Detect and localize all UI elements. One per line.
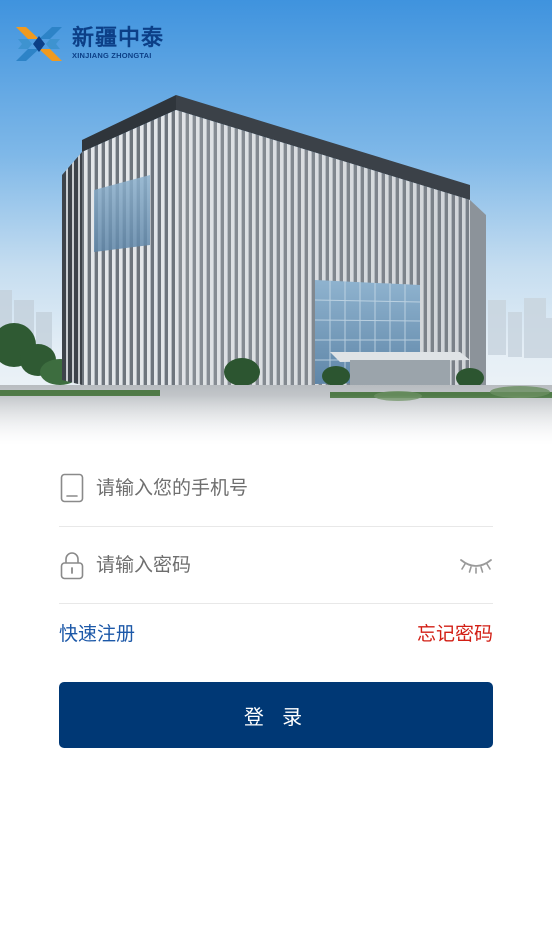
- login-button[interactable]: 登 录: [59, 682, 493, 748]
- auth-links-row: 快速注册 忘记密码: [59, 604, 493, 660]
- password-input[interactable]: [96, 554, 436, 576]
- hero-banner-image: [0, 0, 552, 445]
- brand-text: 新疆中泰 XINJIANG ZHONGTAI: [72, 27, 164, 61]
- phone-input[interactable]: [96, 477, 436, 499]
- eye-closed-icon[interactable]: [459, 551, 493, 579]
- register-link[interactable]: 快速注册: [59, 619, 135, 646]
- forgot-password-link[interactable]: 忘记密码: [417, 619, 493, 646]
- login-page: 新疆中泰 XINJIANG ZHONGTAI 请输入您的手机号 快速注册 忘记密…: [0, 0, 552, 952]
- phone-icon: [59, 471, 85, 505]
- login-form: 快速注册 忘记密码: [59, 450, 493, 660]
- phone-field: [59, 450, 493, 527]
- password-field: [59, 527, 493, 604]
- brand-mark-icon: [16, 27, 62, 61]
- brand-name-en: XINJIANG ZHONGTAI: [72, 51, 152, 60]
- brand-logo: 新疆中泰 XINJIANG ZHONGTAI: [14, 22, 164, 66]
- lock-icon: [59, 548, 85, 582]
- brand-name-cn: 新疆中泰: [72, 26, 165, 51]
